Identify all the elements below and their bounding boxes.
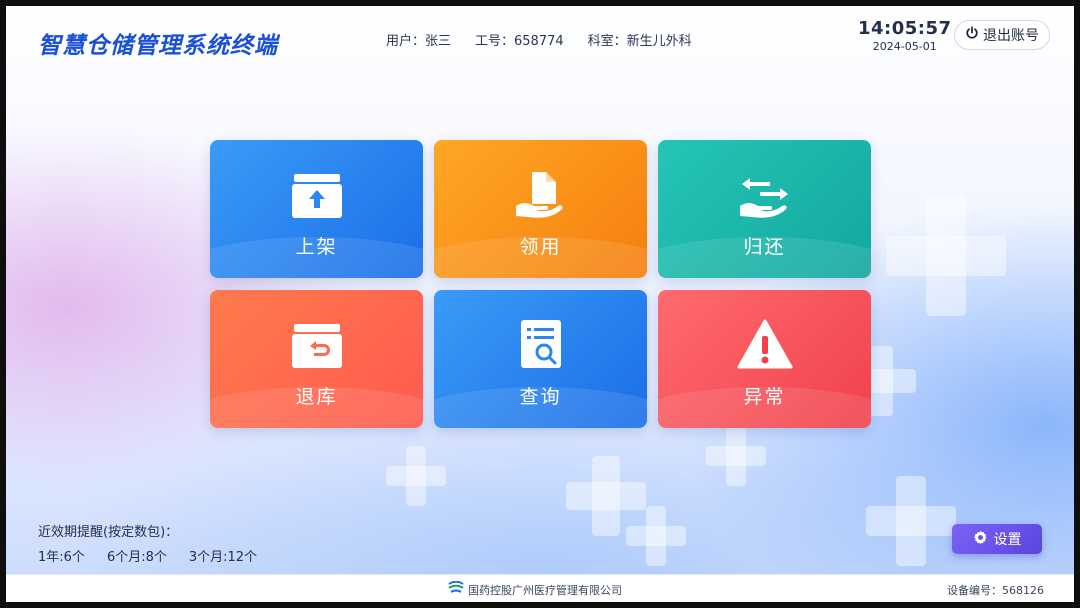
expiry-items: 1年:6个 6个月:8个 3个月:12个 <box>38 546 257 565</box>
company-logo-icon <box>448 580 464 598</box>
screen-frame: 智慧仓储管理系统终端 用户：张三 工号：658774 科室：新生儿外科 14:0… <box>0 0 1080 608</box>
warning-icon <box>736 316 794 374</box>
decor-cross <box>706 426 766 486</box>
settings-button[interactable]: 设置 <box>952 524 1042 554</box>
logout-label: 退出账号 <box>983 28 1039 44</box>
tile-shelve[interactable]: 上架 <box>210 140 423 278</box>
company-name: 国药控股广州医疗管理有限公司 <box>468 583 622 597</box>
expiry-item: 6个月:8个 <box>106 550 167 565</box>
gear-icon <box>973 530 988 549</box>
tile-label: 退库 <box>295 385 338 408</box>
decor-cross <box>386 446 446 506</box>
terminal-screen: 智慧仓储管理系统终端 用户：张三 工号：658774 科室：新生儿外科 14:0… <box>6 6 1074 602</box>
tile-stock-return[interactable]: 退库 <box>210 290 423 428</box>
clock-time: 14:05:57 <box>858 18 952 39</box>
company-info: 国药控股广州医疗管理有限公司 <box>448 580 622 598</box>
app-title: 智慧仓储管理系统终端 <box>38 33 278 59</box>
expiry-item: 3个月:12个 <box>188 550 258 565</box>
department: 科室：新生儿外科 <box>587 34 692 49</box>
box-return-icon <box>288 316 346 374</box>
expiry-title: 近效期提醒(按定数包)： <box>38 525 179 540</box>
tile-label: 异常 <box>743 385 786 408</box>
tile-collect[interactable]: 领用 <box>434 140 647 278</box>
footer-bar: 国药控股广州医疗管理有限公司 设备编号：568126 <box>6 574 1074 602</box>
decor-cross <box>626 506 686 566</box>
decor-cross <box>886 196 1006 316</box>
employee-id: 工号：658774 <box>475 34 564 49</box>
tile-return[interactable]: 归还 <box>658 140 871 278</box>
tile-exception[interactable]: 异常 <box>658 290 871 428</box>
user-info: 用户：张三 工号：658774 科室：新生儿外科 <box>386 30 692 49</box>
decor-cross <box>866 476 956 566</box>
expiry-item: 1年:6个 <box>38 550 85 565</box>
tile-query[interactable]: 查询 <box>434 290 647 428</box>
tile-label: 上架 <box>295 235 338 258</box>
tile-label: 归还 <box>743 235 786 258</box>
document-search-icon <box>512 316 570 374</box>
clock: 14:05:57 2024-05-01 <box>858 18 952 53</box>
hand-document-icon <box>512 166 570 224</box>
hand-return-icon <box>736 166 794 224</box>
expiry-reminder: 近效期提醒(按定数包)： 1年:6个 6个月:8个 3个月:12个 <box>38 521 257 565</box>
logout-button[interactable]: 退出账号 <box>954 20 1050 50</box>
clock-date: 2024-05-01 <box>872 40 937 53</box>
user-name: 用户：张三 <box>386 34 452 49</box>
settings-label: 设置 <box>993 532 1022 548</box>
tile-label: 查询 <box>519 385 562 408</box>
tile-label: 领用 <box>519 235 562 258</box>
power-icon <box>965 26 979 44</box>
device-id: 设备编号：568126 <box>947 584 1044 597</box>
box-upload-icon <box>288 166 346 224</box>
